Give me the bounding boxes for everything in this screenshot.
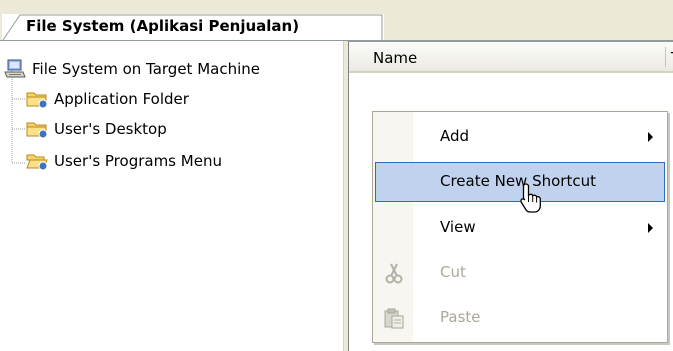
tree-item-application-folder[interactable]: Application Folder bbox=[26, 89, 189, 109]
column-header-name[interactable]: Name bbox=[373, 49, 417, 67]
tab-title: File System (Aplikasi Penjualan) bbox=[26, 17, 300, 35]
folder-open-icon bbox=[26, 151, 48, 171]
tree-item-label: Application Folder bbox=[54, 90, 189, 108]
folder-icon bbox=[26, 89, 48, 109]
tree-item-users-desktop[interactable]: User's Desktop bbox=[26, 119, 167, 139]
column-separator[interactable] bbox=[665, 47, 666, 67]
computer-icon bbox=[4, 59, 26, 79]
menu-item-label: View bbox=[440, 218, 476, 236]
tree-item-root[interactable]: File System on Target Machine bbox=[4, 59, 260, 79]
tree-item-label: User's Desktop bbox=[54, 120, 167, 138]
submenu-arrow-icon bbox=[648, 132, 653, 142]
menu-item-add[interactable]: Add bbox=[375, 117, 665, 157]
tree-item-label: User's Programs Menu bbox=[54, 152, 222, 170]
list-header: Name Ty bbox=[349, 42, 673, 73]
menu-item-label: Add bbox=[440, 127, 470, 145]
hand-cursor-icon bbox=[520, 183, 541, 213]
menu-item-cut[interactable]: Cut bbox=[375, 253, 665, 293]
tree-item-users-programs-menu[interactable]: User's Programs Menu bbox=[26, 151, 222, 171]
context-menu: Add Create New Shortcut View Cut Paste bbox=[372, 111, 668, 343]
tab-file-system[interactable]: File System (Aplikasi Penjualan) bbox=[2, 14, 384, 41]
folder-icon bbox=[26, 119, 48, 139]
scissors-icon bbox=[383, 262, 405, 284]
submenu-arrow-icon bbox=[648, 223, 653, 233]
tree-item-label: File System on Target Machine bbox=[32, 60, 260, 78]
menu-item-label: Create New Shortcut bbox=[440, 172, 596, 190]
menu-item-label: Paste bbox=[440, 308, 481, 326]
file-system-tree: File System on Target Machine Applicatio… bbox=[0, 41, 343, 351]
menu-item-label: Cut bbox=[440, 263, 466, 281]
menu-item-paste[interactable]: Paste bbox=[375, 298, 665, 338]
tab-strip: File System (Aplikasi Penjualan) bbox=[0, 0, 673, 41]
clipboard-icon bbox=[383, 307, 405, 329]
